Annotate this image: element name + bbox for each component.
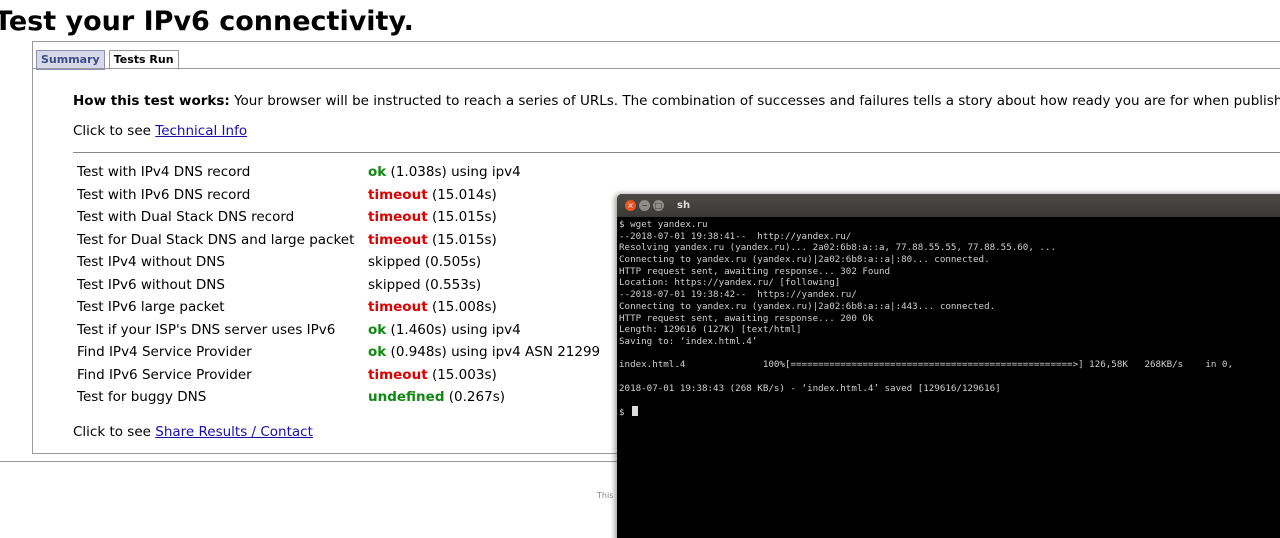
share-results-link[interactable]: Share Results / Contact [155,424,313,440]
result-label: Test IPv6 large packet [77,299,225,315]
result-value: ok (1.038s) using ipv4 [368,164,521,180]
share-results-line: Click to see Share Results / Contact [73,424,313,440]
result-label: Find IPv6 Service Provider [77,366,252,383]
result-label: Test with IPv4 DNS record [77,164,251,180]
terminal-line: Connecting to yandex.ru (yandex.ru)|2a02… [619,254,1280,266]
result-label: Test with Dual Stack DNS record [77,209,295,225]
result-detail: skipped (0.553s) [368,276,482,293]
result-status: timeout [368,231,428,248]
result-value: skipped (0.505s) [368,254,481,270]
terminal-line-text: Length: 129616 (127K) [text/html] [619,324,802,336]
result-label: Test IPv6 without DNS [77,276,225,293]
result-label: Test if your ISP's DNS server uses IPv6 [77,321,336,338]
result-status: timeout [368,186,428,203]
results-divider [73,152,1280,153]
terminal-line-text: $ [619,407,631,418]
terminal-line-text: Connecting to yandex.ru (yandex.ru)|2a02… [619,254,990,266]
tab-bar-rule [32,41,1280,42]
result-detail: skipped (0.505s) [368,254,482,270]
result-status: ok [368,321,387,338]
terminal-line-text: HTTP request sent, awaiting response... … [619,312,874,324]
result-value: timeout (15.008s) [368,299,497,315]
tab-bar-left-rule [32,41,33,69]
terminal-line: Location: https://yandex.ru/ [following] [619,277,1280,289]
footer-text: This [597,491,614,500]
result-value: timeout (15.015s) [368,209,497,225]
share-results-prefix: Click to see [73,424,156,440]
result-value: undefined (0.267s) [368,389,505,405]
how-it-works-heading: How this test works: [73,93,230,109]
result-status: timeout [368,299,428,315]
result-status: ok [368,164,387,180]
result-detail: (0.948s) using ipv4 ASN 21299 [386,344,601,360]
result-status: timeout [368,366,428,383]
page-title: Test your IPv6 connectivity. [0,6,414,37]
result-detail: (15.015s) [427,209,497,225]
terminal-line-text: 2018-07-01 19:38:43 (268 KB/s) - ‘index.… [619,382,1001,394]
how-it-works: How this test works: Your browser will b… [73,93,1280,109]
terminal-line-text: index.html.4 100%[======================… [619,359,1233,371]
result-detail: (15.003s) [427,366,497,383]
terminal-line-text: Connecting to yandex.ru (yandex.ru)|2a02… [619,300,996,312]
tab-summary[interactable]: Summary [36,50,105,70]
result-detail: (1.460s) using ipv4 [386,321,521,338]
result-value: timeout (15.014s) [368,187,497,203]
result-status: ok [368,344,387,360]
page: Test your IPv6 connectivity. Summary Tes… [0,0,1280,538]
terminal-line: $ [619,406,1280,418]
terminal-line-text: --2018-07-01 19:38:42-- https://yandex.r… [619,289,857,301]
result-value: skipped (0.553s) [368,277,481,293]
how-it-works-text: Your browser will be instructed to reach… [229,93,1280,109]
terminal-line-text: Location: https://yandex.ru/ [following] [619,277,841,289]
result-label: Find IPv4 Service Provider [77,344,252,360]
result-value: ok (0.948s) using ipv4 ASN 21299 [368,344,600,360]
technical-info-prefix: Click to see [73,123,156,139]
result-detail: (15.015s) [427,231,497,248]
result-value: timeout (15.003s) [368,367,497,383]
technical-info-line: Click to see Technical Info [73,123,247,139]
terminal-line-text: Saving to: ‘index.html.4’ [619,335,758,347]
terminal-cursor [632,406,639,416]
result-status: timeout [368,209,428,225]
tab-tests-run[interactable]: Tests Run [108,50,179,70]
result-label: Test for Dual Stack DNS and large packet [77,231,355,248]
terminal-title: sh [677,200,691,211]
tab-bar: Summary Tests Run [36,50,179,70]
result-status: undefined [368,389,445,405]
terminal-line: index.html.4 100%[======================… [619,359,1280,371]
terminal-line-text: HTTP request sent, awaiting response... … [619,265,891,277]
result-detail: (15.008s) [427,299,497,315]
result-detail: (1.038s) using ipv4 [386,164,521,180]
terminal-line: --2018-07-01 19:38:42-- https://yandex.r… [619,289,1280,301]
minimize-icon[interactable]: − [639,200,650,211]
terminal-line-text: $ wget yandex.ru [619,219,708,230]
terminal-titlebar[interactable]: × − □ sh [617,194,1280,217]
technical-info-link[interactable]: Technical Info [155,123,247,139]
terminal-line: HTTP request sent, awaiting response... … [619,313,1280,325]
result-detail: (0.267s) [444,389,505,405]
result-value: ok (1.460s) using ipv4 [368,322,521,338]
maximize-icon[interactable]: □ [653,200,664,211]
terminal-line: HTTP request sent, awaiting response... … [619,266,1280,278]
terminal-line: Connecting to yandex.ru (yandex.ru)|2a02… [619,301,1280,313]
terminal-line: $ wget yandex.ru [619,219,1280,231]
terminal-line: 2018-07-01 19:38:43 (268 KB/s) - ‘index.… [619,383,1280,395]
terminal-line: --2018-07-01 19:38:41-- http://yandex.ru… [619,231,1280,243]
result-detail: (15.014s) [427,186,497,203]
result-value: timeout (15.015s) [368,232,497,248]
terminal-line: Length: 129616 (127K) [text/html] [619,324,1280,336]
terminal-window[interactable]: × − □ sh $ wget yandex.ru --2018-07-01 19… [617,194,1280,538]
terminal-output[interactable]: $ wget yandex.ru --2018-07-01 19:38:41-- … [617,217,1280,418]
close-icon[interactable]: × [625,200,636,211]
terminal-line-text: --2018-07-01 19:38:41-- http://yandex.ru… [619,230,852,242]
terminal-line: Resolving yandex.ru (yandex.ru)... 2a02:… [619,242,1280,254]
terminal-line-text: Resolving yandex.ru (yandex.ru)... 2a02:… [619,242,1056,254]
terminal-line: Saving to: ‘index.html.4’ [619,336,1280,348]
result-label: Test with IPv6 DNS record [77,186,251,203]
result-label: Test for buggy DNS [77,389,207,405]
result-label: Test IPv4 without DNS [77,254,225,270]
